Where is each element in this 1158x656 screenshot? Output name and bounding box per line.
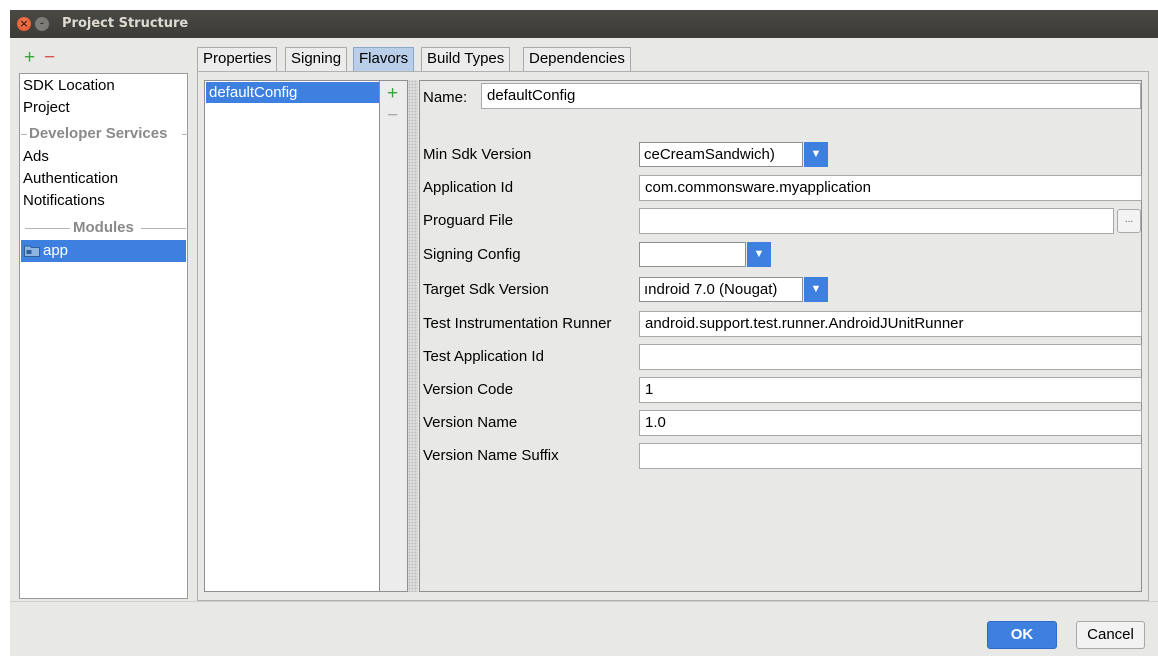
remove-flavor-button[interactable]: − — [387, 106, 398, 125]
target-sdk-dropdown-button[interactable]: ▼ — [804, 277, 828, 302]
footer-separator — [10, 601, 1158, 602]
nav-item-notifications[interactable]: Notifications — [21, 190, 186, 212]
nav-item-authentication[interactable]: Authentication — [21, 168, 186, 190]
min-sdk-label: Min Sdk Version — [423, 146, 532, 163]
nav-item-project[interactable]: Project — [21, 97, 186, 119]
remove-module-button[interactable]: − — [44, 48, 55, 67]
structure-nav-list: SDK Location Project Developer Services … — [19, 73, 188, 599]
version-name-label: Version Name — [423, 414, 518, 431]
test-runner-field[interactable]: android.support.test.runner.AndroidJUnit… — [639, 311, 1142, 337]
folder-module-icon — [24, 242, 40, 257]
proguard-browse-button[interactable]: ... — [1117, 209, 1141, 233]
tab-properties[interactable]: Properties — [197, 47, 278, 71]
window-minimize-button[interactable]: – — [35, 17, 49, 31]
tab-build-types[interactable]: Build Types — [421, 47, 511, 71]
proguard-file-label: Proguard File — [423, 212, 514, 229]
min-sdk-dropdown-button[interactable]: ▼ — [804, 142, 828, 167]
nav-item-sdk-location[interactable]: SDK Location — [21, 75, 186, 97]
add-module-button[interactable]: + — [24, 48, 35, 67]
title-bar: × – Project Structure — [10, 10, 1158, 38]
proguard-file-field[interactable] — [639, 208, 1114, 234]
developer-services-header: Developer Services — [21, 123, 188, 145]
tab-dependencies[interactable]: Dependencies — [523, 47, 631, 71]
target-sdk-select[interactable]: ındroid 7.0 (Nougat) — [639, 277, 803, 302]
test-application-id-field[interactable] — [639, 344, 1142, 370]
target-sdk-label: Target Sdk Version — [423, 281, 549, 298]
nav-item-module-app[interactable]: app — [21, 240, 186, 262]
application-id-label: Application Id — [423, 179, 514, 196]
cancel-button[interactable]: Cancel — [1076, 621, 1145, 649]
project-structure-window: × – Project Structure + − SDK Location P… — [10, 10, 1158, 656]
flavor-toolbar: + − — [380, 80, 408, 592]
name-label: Name: — [423, 89, 468, 106]
signing-config-select[interactable] — [639, 242, 746, 267]
modules-header: Modules — [21, 217, 186, 239]
chevron-down-icon: ▼ — [810, 283, 822, 295]
version-code-label: Version Code — [423, 381, 514, 398]
version-name-suffix-field[interactable] — [639, 443, 1142, 469]
flavor-item-defaultconfig[interactable]: defaultConfig — [206, 82, 379, 103]
add-flavor-button[interactable]: + — [387, 84, 398, 103]
version-name-suffix-label: Version Name Suffix — [423, 447, 559, 464]
name-field[interactable]: defaultConfig — [481, 83, 1141, 109]
tab-signing[interactable]: Signing — [285, 47, 348, 71]
min-sdk-select[interactable]: ceCreamSandwich) — [639, 142, 803, 167]
window-title: Project Structure — [62, 16, 189, 31]
ok-button[interactable]: OK — [987, 621, 1057, 649]
test-application-id-label: Test Application Id — [423, 348, 544, 365]
test-runner-label: Test Instrumentation Runner — [423, 315, 612, 332]
chevron-down-icon: ▼ — [753, 248, 765, 260]
module-label: app — [43, 242, 69, 259]
version-code-field[interactable]: 1 — [639, 377, 1142, 403]
signing-config-label: Signing Config — [423, 246, 521, 263]
window-close-button[interactable]: × — [17, 17, 31, 31]
version-name-field[interactable]: 1.0 — [639, 410, 1142, 436]
signing-config-dropdown-button[interactable]: ▼ — [747, 242, 771, 267]
tab-flavors[interactable]: Flavors — [353, 47, 415, 71]
nav-item-ads[interactable]: Ads — [21, 146, 186, 168]
chevron-down-icon: ▼ — [810, 148, 822, 160]
flavor-list: defaultConfig — [204, 80, 380, 592]
application-id-field[interactable]: com.commonsware.myapplication — [639, 175, 1142, 201]
panel-splitter[interactable] — [408, 80, 418, 592]
